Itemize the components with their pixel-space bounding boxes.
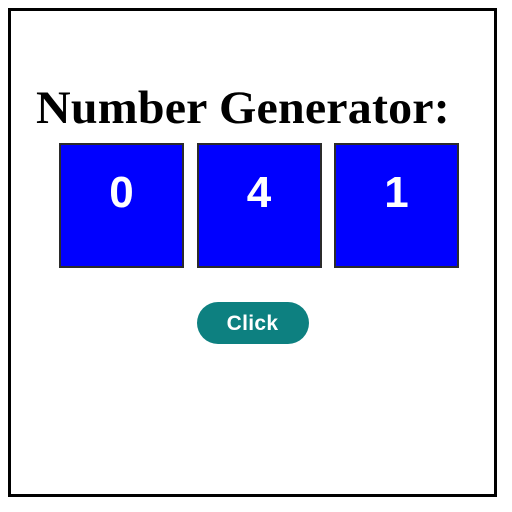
digit-box-1: 0 [59, 143, 184, 268]
digit-value-1: 0 [109, 168, 134, 217]
digit-value-3: 1 [384, 168, 409, 217]
digit-box-3: 1 [334, 143, 459, 268]
empty-content-area [11, 356, 494, 494]
app-frame: Number Generator: 0 4 1 Click [8, 8, 497, 497]
digit-box-2: 4 [196, 143, 322, 268]
number-display-row: 0 4 1 [59, 143, 459, 268]
digit-value-2: 4 [246, 168, 272, 217]
button-row: Click [11, 302, 494, 344]
page-title: Number Generator: [36, 82, 450, 135]
click-button[interactable]: Click [196, 302, 309, 344]
